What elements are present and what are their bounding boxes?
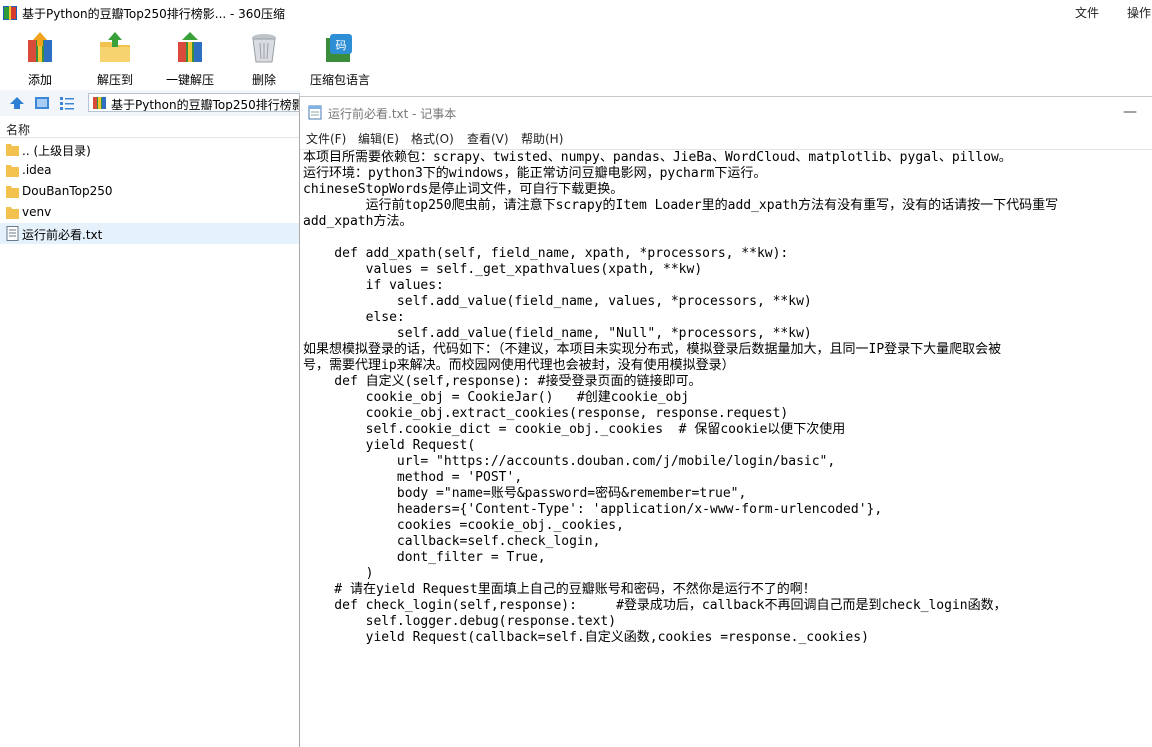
menu-edit[interactable]: 编辑(E) (358, 130, 399, 147)
notepad-window: 运行前必看.txt - 记事本 — 文件(F) 编辑(E) 格式(O) 查看(V… (299, 96, 1152, 747)
one-click-extract-icon (178, 32, 202, 62)
archive-language-icon: 码 (326, 34, 352, 62)
notepad-title-bar[interactable]: 运行前必看.txt - 记事本 — (300, 97, 1152, 127)
archive-icon (93, 97, 106, 109)
archive-language-label: 压缩包语言 (309, 73, 370, 87)
archive-app-icon (3, 6, 17, 20)
one-click-extract-label: 一键解压 (165, 73, 214, 87)
file-name: 运行前必看.txt (22, 228, 103, 242)
file-name: .. (上级目录) (22, 144, 91, 158)
address-bar[interactable]: 基于Python的豆瓣Top250排行榜影 (88, 93, 300, 112)
column-header-name[interactable]: 名称 (6, 121, 30, 138)
archiver-toolbar: 添加 解压到 一键解压 删除 码 压缩包语言 (0, 26, 1152, 88)
file-list-pane: 名称 .. (上级目录) .idea DouBanTop250 venv 运行前… (0, 117, 300, 747)
text-editor-area[interactable]: 本项目所需要依赖包：scrapy、twisted、numpy、pandas、Ji… (300, 149, 1152, 747)
file-name: venv (22, 205, 52, 219)
address-path: 基于Python的豆瓣Top250排行榜影 (111, 98, 300, 112)
text-file-icon (6, 226, 19, 241)
trash-can-icon (252, 34, 276, 63)
folder-icon (6, 207, 19, 219)
list-view-icon[interactable] (59, 95, 75, 111)
delete-label: 删除 (251, 73, 276, 87)
document-text[interactable]: 本项目所需要依赖包：scrapy、twisted、numpy、pandas、Ji… (300, 150, 1152, 646)
notepad-icon (308, 105, 322, 120)
extract-to-button[interactable]: 解压到 (90, 28, 140, 87)
navigation-bar: 基于Python的豆瓣Top250排行榜影 (0, 90, 300, 116)
extract-to-label: 解压到 (96, 73, 133, 87)
menu-help[interactable]: 帮助(H) (521, 130, 563, 147)
notepad-title: 运行前必看.txt - 记事本 (328, 107, 457, 121)
file-row-readme-txt[interactable]: 运行前必看.txt (0, 223, 299, 244)
folder-icon (6, 186, 19, 198)
add-archive-icon (28, 32, 52, 62)
add-label: 添加 (27, 73, 52, 87)
header-divider (0, 137, 299, 138)
menu-operations[interactable]: 操作 (1127, 4, 1151, 21)
notepad-menu-bar: 文件(F) 编辑(E) 格式(O) 查看(V) 帮助(H) (300, 127, 1152, 149)
folder-icon (6, 144, 19, 156)
menu-view[interactable]: 查看(V) (467, 130, 509, 147)
delete-button[interactable]: 删除 (239, 28, 289, 87)
menu-file[interactable]: 文件 (1075, 4, 1099, 21)
window-title: 基于Python的豆瓣Top250排行榜影... - 360压缩 (22, 7, 286, 21)
menu-file[interactable]: 文件(F) (306, 130, 346, 147)
file-row-doubantop250[interactable]: DouBanTop250 (0, 181, 299, 202)
archiver-title-bar: 基于Python的豆瓣Top250排行榜影... - 360压缩 文件 操作 (0, 0, 1152, 26)
svg-text:码: 码 (336, 39, 347, 52)
extract-folder-icon (100, 32, 130, 62)
up-arrow-icon[interactable] (9, 95, 25, 111)
menu-format[interactable]: 格式(O) (411, 130, 454, 147)
add-button[interactable]: 添加 (15, 28, 65, 87)
file-name: DouBanTop250 (22, 184, 113, 198)
folder-icon (6, 165, 19, 177)
file-row-parent-directory[interactable]: .. (上级目录) (0, 139, 299, 160)
minimize-button[interactable]: — (1120, 103, 1140, 121)
archive-language-button[interactable]: 码 压缩包语言 (305, 28, 375, 87)
thumbnail-view-icon[interactable] (34, 95, 50, 111)
file-name: .idea (22, 163, 52, 177)
file-row-idea[interactable]: .idea (0, 160, 299, 181)
file-row-venv[interactable]: venv (0, 202, 299, 223)
one-click-extract-button[interactable]: 一键解压 (160, 28, 220, 87)
